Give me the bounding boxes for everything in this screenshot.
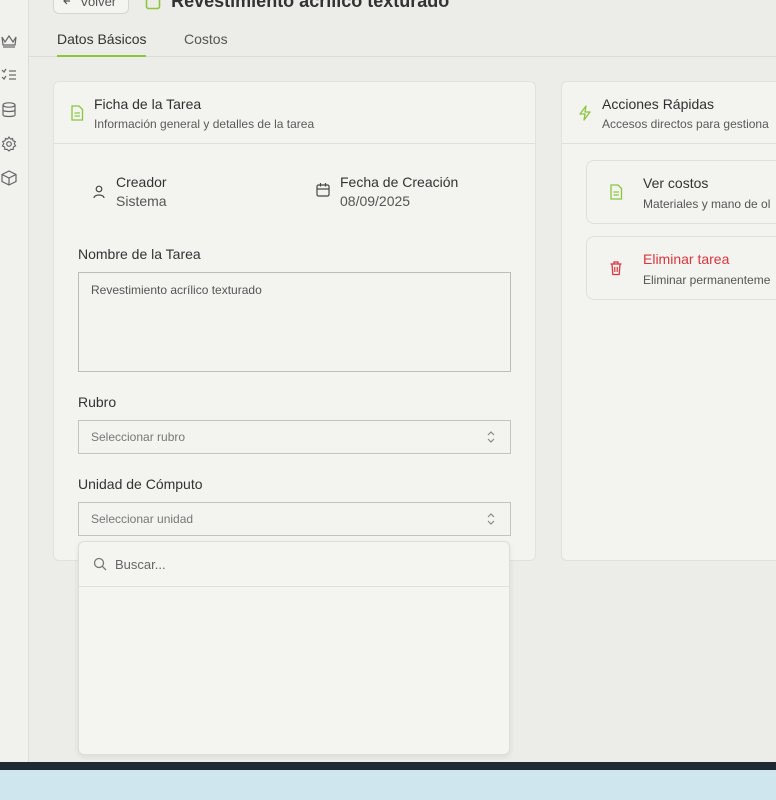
- topbar: Volver Revestimiento acrílico texturado: [53, 0, 449, 14]
- task-card-subtitle: Información general y detalles de la tar…: [94, 117, 315, 131]
- back-button[interactable]: Volver: [53, 0, 130, 14]
- created-info: Fecha de Creación 08/09/2025: [316, 174, 458, 209]
- name-label: Nombre de la Tarea: [78, 246, 201, 262]
- page-title: Revestimiento acrílico texturado: [145, 0, 449, 12]
- quick-actions-card: Acciones Rápidas Accesos directos para g…: [561, 81, 776, 561]
- back-label: Volver: [80, 0, 117, 9]
- rubro-select[interactable]: Seleccionar rubro: [78, 420, 511, 454]
- view-costs-title: Ver costos: [643, 175, 709, 191]
- trash-icon: [610, 261, 622, 276]
- user-icon: [93, 185, 105, 199]
- taskbar-edge: [0, 762, 776, 770]
- quick-actions-title: Acciones Rápidas: [602, 96, 715, 112]
- main-content: Volver Revestimiento acrílico texturado …: [29, 0, 776, 762]
- task-card-title: Ficha de la Tarea: [94, 96, 202, 112]
- tab-costos[interactable]: Costos: [184, 31, 228, 55]
- unit-placeholder: Seleccionar unidad: [91, 512, 194, 526]
- quick-actions-header: Acciones Rápidas Accesos directos para g…: [562, 82, 776, 144]
- calendar-icon: [316, 183, 330, 197]
- dropdown-search[interactable]: Buscar...: [79, 542, 509, 587]
- task-card-header: Ficha de la Tarea Información general y …: [54, 82, 535, 144]
- unit-label: Unidad de Cómputo: [78, 476, 203, 492]
- creator-info: Creador Sistema: [92, 174, 167, 209]
- file-icon: [145, 0, 161, 10]
- creator-label: Creador: [116, 174, 167, 190]
- task-card: Ficha de la Tarea Información general y …: [53, 81, 536, 561]
- desktop-strip: [0, 770, 776, 800]
- sidebar: [0, 0, 29, 762]
- database-icon[interactable]: [0, 101, 18, 119]
- zap-icon: [579, 105, 591, 121]
- tab-bar: Datos Básicos Costos: [29, 24, 776, 57]
- page-title-text: Revestimiento acrílico texturado: [171, 0, 450, 11]
- chevrons-up-down-icon: [487, 513, 495, 525]
- created-label: Fecha de Creación: [340, 174, 459, 190]
- file-text-icon: [610, 184, 623, 200]
- dropdown-search-placeholder: Buscar...: [115, 556, 166, 572]
- crown-icon[interactable]: [0, 32, 18, 50]
- rubro-placeholder: Seleccionar rubro: [91, 430, 186, 444]
- unit-select[interactable]: Seleccionar unidad: [78, 502, 511, 536]
- unit-dropdown: Buscar...: [78, 541, 510, 755]
- tab-datos-basicos[interactable]: Datos Básicos: [57, 31, 147, 57]
- delete-task-subtitle: Eliminar permanenteme: [643, 273, 771, 287]
- search-icon: [93, 557, 107, 571]
- list-check-icon[interactable]: [0, 66, 18, 84]
- file-text-icon: [71, 105, 84, 121]
- view-costs-subtitle: Materiales y mano de ol: [643, 197, 771, 211]
- task-name-textarea[interactable]: Revestimiento acrílico texturado: [78, 272, 511, 372]
- gear-icon[interactable]: [0, 135, 18, 153]
- delete-task-title: Eliminar tarea: [643, 251, 730, 267]
- created-value: 08/09/2025: [340, 193, 411, 209]
- chevrons-up-down-icon: [487, 431, 495, 443]
- box-icon[interactable]: [0, 169, 18, 187]
- arrow-left-icon: [63, 0, 70, 5]
- quick-actions-subtitle: Accesos directos para gestiona: [602, 117, 769, 131]
- delete-task-action[interactable]: Eliminar tarea Eliminar permanenteme: [586, 236, 776, 300]
- rubro-label: Rubro: [78, 394, 117, 410]
- creator-value: Sistema: [116, 193, 167, 209]
- view-costs-action[interactable]: Ver costos Materiales y mano de ol: [586, 160, 776, 224]
